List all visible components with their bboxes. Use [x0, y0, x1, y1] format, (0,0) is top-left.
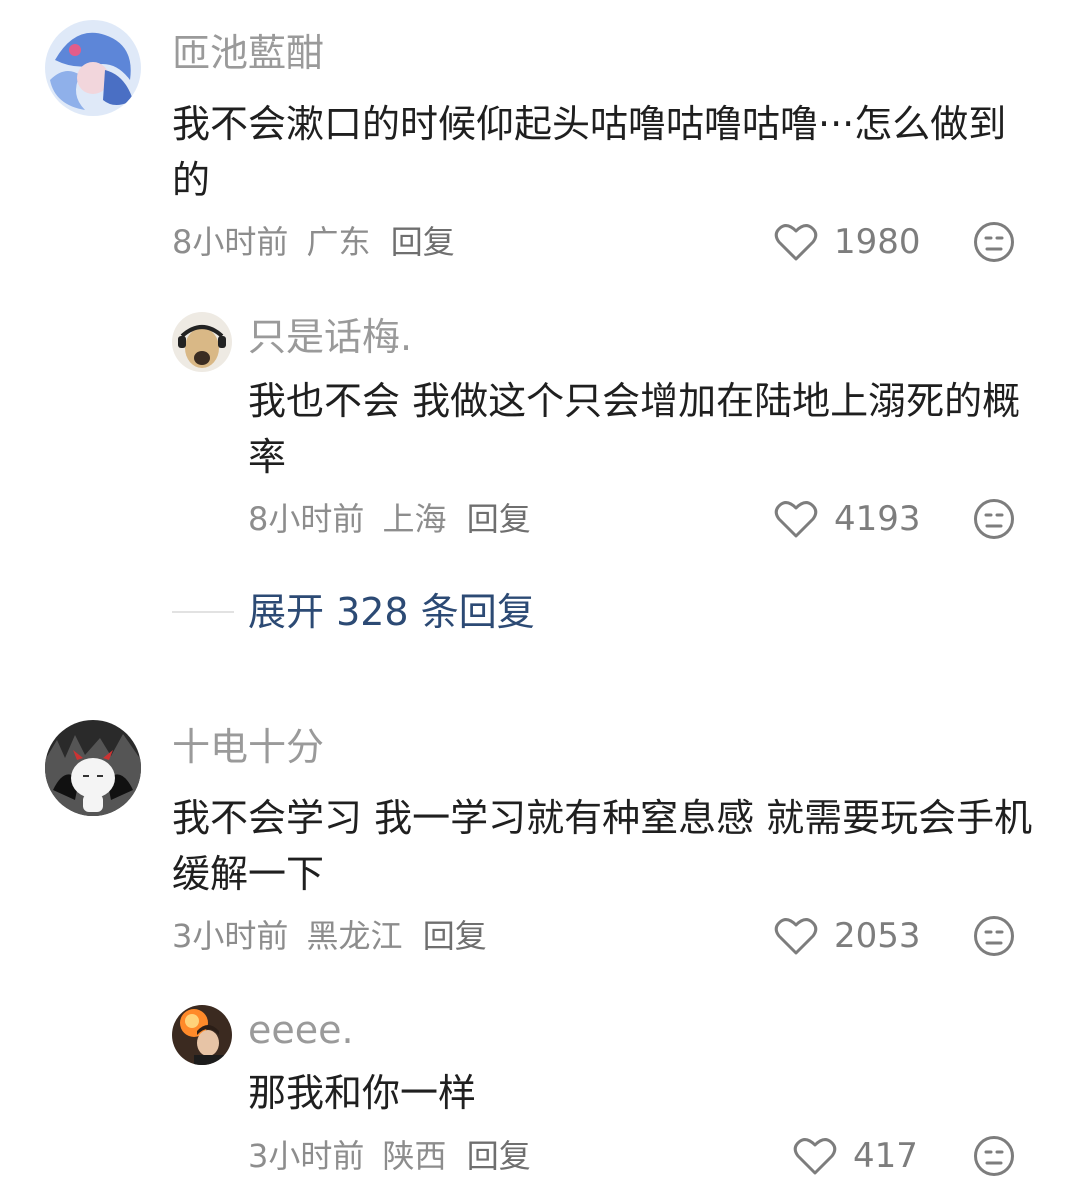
neutral-face-icon[interactable] [973, 915, 1015, 957]
reply-meta: 3小时前 陕西 回复 [248, 1136, 531, 1176]
reply-button[interactable]: 回复 [423, 917, 487, 955]
heart-outline-icon [774, 501, 818, 538]
reply-button[interactable]: 回复 [391, 223, 455, 261]
comment-meta: 8小时前 广东 回复 [172, 222, 455, 262]
username[interactable]: 匝池藍酣 [172, 30, 324, 76]
reply-meta: 8小时前 上海 回复 [248, 499, 531, 539]
heart-outline-icon [774, 918, 818, 955]
comment-location: 黑龙江 [306, 917, 403, 955]
heart-outline-icon [774, 224, 818, 261]
like-count: 1980 [834, 222, 921, 262]
comment-time: 3小时前 [172, 917, 289, 955]
avatar[interactable] [45, 20, 141, 116]
expand-replies-button[interactable]: 展开 328 条回复 [172, 589, 535, 635]
comment-meta: 3小时前 黑龙江 回复 [172, 916, 487, 956]
like-button[interactable]: 1980 [774, 222, 921, 262]
neutral-face-icon[interactable] [973, 498, 1015, 540]
avatar[interactable] [45, 720, 141, 816]
neutral-face-icon[interactable] [973, 1135, 1015, 1177]
comment-time: 8小时前 [172, 223, 289, 261]
reply-time: 3小时前 [248, 1137, 365, 1175]
comment: 匝池藍酣 我不会漱口的时候仰起头咕噜咕噜咕噜···怎么做到的 8小时前 广东 回… [0, 0, 1080, 634]
comment-location: 广东 [306, 223, 371, 261]
reply-text[interactable]: 那我和你一样 [248, 1065, 1038, 1121]
comment-text[interactable]: 我不会漱口的时候仰起头咕噜咕噜咕噜···怎么做到的 [172, 96, 1032, 208]
reply-time: 8小时前 [248, 500, 365, 538]
neutral-face-icon[interactable] [973, 221, 1015, 263]
like-button[interactable]: 2053 [774, 916, 921, 956]
comment-text[interactable]: 我不会学习 我一学习就有种窒息感 就需要玩会手机缓解一下 [172, 790, 1042, 902]
username[interactable]: eeee. [248, 1007, 354, 1053]
like-button[interactable]: 417 [793, 1136, 918, 1176]
reply-button[interactable]: 回复 [467, 1137, 531, 1175]
like-count: 2053 [834, 916, 921, 956]
reply-location: 陕西 [382, 1137, 447, 1175]
reply-button[interactable]: 回复 [467, 500, 531, 538]
avatar[interactable] [172, 1005, 232, 1065]
username[interactable]: 只是话梅. [248, 314, 412, 360]
reply-text[interactable]: 我也不会 我做这个只会增加在陆地上溺死的概率 [248, 373, 1038, 485]
like-count: 417 [853, 1136, 918, 1176]
like-count: 4193 [834, 499, 921, 539]
username[interactable]: 十电十分 [172, 724, 324, 770]
reply-location: 上海 [382, 500, 447, 538]
avatar[interactable] [172, 312, 232, 372]
heart-outline-icon [793, 1138, 837, 1175]
divider [172, 611, 234, 613]
like-button[interactable]: 4193 [774, 499, 921, 539]
expand-replies-label[interactable]: 展开 328 条回复 [248, 589, 535, 635]
